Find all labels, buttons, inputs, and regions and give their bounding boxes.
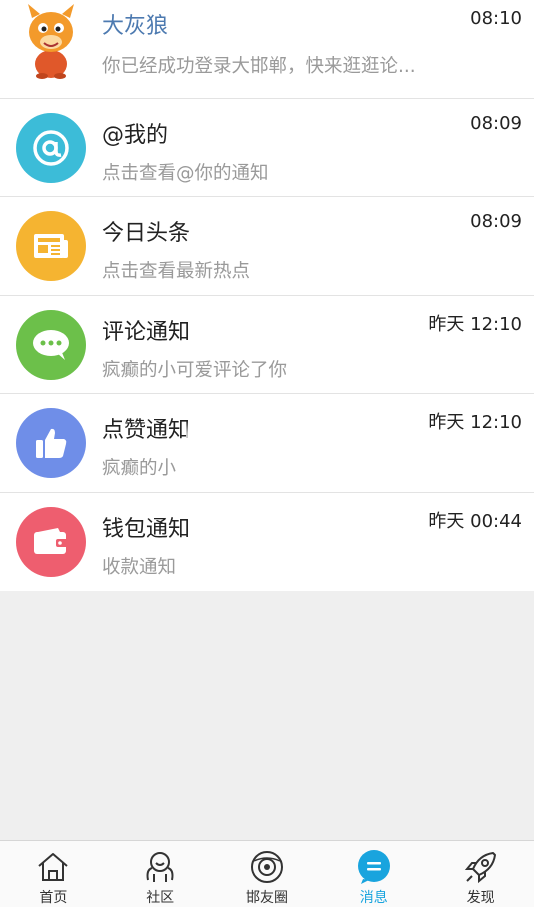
message-time: 08:09 xyxy=(470,211,522,232)
message-row-headlines[interactable]: 今日头条 点击查看最新热点 08:09 xyxy=(0,197,534,296)
message-time: 昨天 12:10 xyxy=(428,412,522,433)
thumbs-up-icon xyxy=(16,408,86,478)
tab-discover[interactable]: 发现 xyxy=(427,841,534,907)
message-title: 钱包通知 xyxy=(102,516,191,542)
message-row-wallet[interactable]: 钱包通知 收款通知 昨天 00:44 xyxy=(0,493,534,592)
friends-circle-icon xyxy=(247,849,287,885)
message-subtitle: 疯癫的小 xyxy=(102,458,177,479)
bottom-tab-bar: 首页 社区 邯友圈 消息 发现 xyxy=(0,840,534,907)
wallet-icon xyxy=(16,506,86,577)
message-row-dahuilang[interactable]: 大灰狼 你已经成功登录大邯郸，快来逛逛论... 08:10 xyxy=(0,0,534,99)
mascot-icon xyxy=(20,2,82,80)
message-subtitle: 收款通知 xyxy=(102,556,177,578)
message-title: 点赞通知 xyxy=(102,418,191,443)
tab-messages[interactable]: 消息 xyxy=(320,841,427,907)
message-row-at-me[interactable]: @我的 点击查看@你的通知 08:09 xyxy=(0,99,534,197)
message-title: @我的 xyxy=(102,122,169,148)
chat-bubble-icon xyxy=(16,309,86,380)
message-icon xyxy=(354,849,394,885)
tab-label: 邯友圈 xyxy=(245,890,288,906)
tab-label: 首页 xyxy=(39,890,68,906)
home-icon xyxy=(33,849,73,885)
message-list: 大灰狼 你已经成功登录大邯郸，快来逛逛论... 08:10 @我的 点击查看@你… xyxy=(0,0,534,591)
tab-community[interactable]: 社区 xyxy=(107,841,214,907)
rocket-icon xyxy=(461,849,501,885)
message-time: 昨天 12:10 xyxy=(428,313,522,335)
tab-home[interactable]: 首页 xyxy=(0,841,107,907)
message-title: 今日头条 xyxy=(102,221,191,246)
message-title: 大灰狼 xyxy=(102,14,169,39)
message-title: 评论通知 xyxy=(102,319,191,345)
tab-label: 消息 xyxy=(359,890,388,906)
newspaper-icon xyxy=(16,211,86,281)
message-subtitle: 疯癫的小可爱评论了你 xyxy=(102,359,288,381)
message-time: 昨天 00:44 xyxy=(428,510,522,532)
tab-label: 发现 xyxy=(466,890,495,906)
message-subtitle: 你已经成功登录大邯郸，快来逛逛论... xyxy=(102,56,416,77)
message-time: 08:10 xyxy=(470,8,522,29)
message-time: 08:09 xyxy=(470,112,522,134)
at-icon xyxy=(16,112,86,183)
tab-friends-circle[interactable]: 邯友圈 xyxy=(214,841,321,907)
message-subtitle: 点击查看@你的通知 xyxy=(102,162,269,184)
message-row-likes[interactable]: 点赞通知 疯癫的小 昨天 12:10 xyxy=(0,394,534,493)
message-row-comments[interactable]: 评论通知 疯癫的小可爱评论了你 昨天 12:10 xyxy=(0,296,534,394)
community-icon xyxy=(140,849,180,885)
message-subtitle: 点击查看最新热点 xyxy=(102,261,251,282)
tab-label: 社区 xyxy=(146,890,175,906)
